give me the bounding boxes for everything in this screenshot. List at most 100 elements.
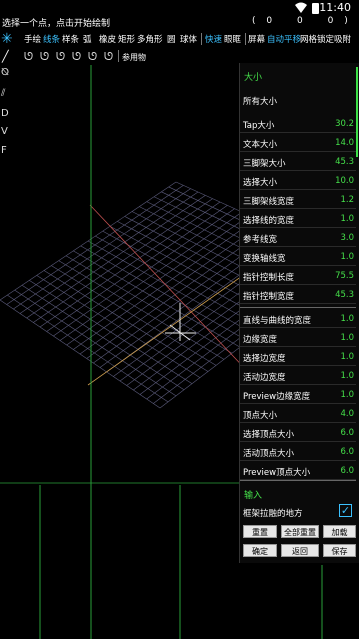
tool-spline[interactable]: 样条 [62,33,79,45]
tool-circle[interactable]: 圆 [167,33,176,45]
setting-value[interactable]: 4.0 [340,409,354,419]
row-separator [240,422,356,423]
curve3-icon[interactable]: ᘎ [56,50,65,64]
instruction-text: 选择一个点，点击开始绘制 [2,19,111,29]
curve4-icon[interactable]: ᘎ [72,50,81,64]
coord-open: ( [252,16,256,26]
setting-value[interactable]: 1.0 [340,333,354,343]
setting-row[interactable]: 选择大小 10.0 [240,172,356,190]
grid-line [43,270,209,372]
setting-row[interactable]: 边缘宽度 1.0 [240,329,356,347]
setting-value[interactable]: 1.0 [340,252,354,262]
setting-label: 选择大小 [243,178,278,188]
setting-label: Tap大小 [243,121,275,131]
setting-value[interactable]: 6.0 [340,466,354,476]
setting-row[interactable]: 直线与曲线的宽度 1.0 [240,310,356,328]
setting-row[interactable]: 参考线宽 3.0 [240,229,356,247]
setting-label: 活动边宽度 [243,373,286,383]
toggle-grid-lock[interactable]: 网格锁定 [300,33,334,45]
setting-value[interactable]: 1.0 [340,352,354,362]
grid-line [58,260,225,360]
setting-value[interactable]: 3.0 [340,233,354,243]
setting-row[interactable]: 指针控制长度 75.5 [240,267,356,285]
setting-label: 选择边宽度 [243,354,286,364]
setting-value[interactable]: 45.3 [335,290,354,300]
setting-value[interactable]: 10.0 [335,176,354,186]
row-separator [240,189,356,190]
row-separator [240,403,356,404]
tool-line[interactable]: 线条 [43,33,60,45]
setting-row[interactable]: 选择边宽度 1.0 [240,348,356,366]
setting-row[interactable]: 顶点大小 4.0 [240,405,356,423]
setting-row[interactable]: 选择线的宽度 1.0 [240,210,356,228]
setting-row[interactable]: 三脚架大小 45.3 [240,153,356,171]
toggle-auto-pan[interactable]: 自动平移 [267,33,301,45]
setting-label: 文本大小 [243,140,278,150]
panel-scrollbar[interactable] [356,67,358,157]
tool-sphere[interactable]: 球体 [180,33,197,45]
toggle-quick[interactable]: 快速 [205,33,222,45]
setting-row[interactable]: 活动顶点大小 6.0 [240,443,356,461]
frame-option-label: 框架拉融的地方 [243,509,303,519]
setting-row[interactable]: 选择顶点大小 6.0 [240,424,356,442]
setting-value[interactable]: 1.0 [340,371,354,381]
setting-value[interactable]: 6.0 [340,447,354,457]
pencil-icon[interactable]: ╱ [2,50,9,63]
setting-row[interactable]: 三脚架线宽度 1.2 [240,191,356,209]
panel-divider [240,307,356,308]
setting-value[interactable]: 75.5 [335,271,354,281]
instruction-bar: 选择一个点，点击开始绘制 ( 0 0 0 ) [0,16,359,29]
setting-row[interactable]: 指针控制宽度 45.3 [240,286,356,304]
snowflake-icon[interactable]: ✳ [1,31,13,47]
setting-row[interactable]: 文本大小 14.0 [240,134,356,152]
reset-all-button[interactable]: 全部重置 [281,525,319,538]
setting-value[interactable]: 45.3 [335,157,354,167]
frame-option-row[interactable]: 框架拉融的地方 ✓ [240,503,356,521]
toggle-snap[interactable]: 吸附 [334,33,351,45]
reset-button[interactable]: 重置 [243,525,277,538]
load-button[interactable]: 加载 [323,525,356,538]
setting-label: 选择顶点大小 [243,430,295,440]
all-sizes-label: 所有大小 [243,97,278,107]
curve6-icon[interactable]: ᘎ [104,50,113,64]
toggle-eye-frame[interactable]: 眼眶 [224,33,241,45]
tool-rectangle[interactable]: 矩形 [118,33,135,45]
curve5-icon[interactable]: ᘎ [88,50,97,64]
tool-polygon[interactable]: 多角形 [137,33,163,45]
setting-value[interactable]: 14.0 [335,138,354,148]
ok-button[interactable]: 确定 [243,544,277,557]
section-input-heading: 输入 [244,491,263,501]
curve2-icon[interactable]: ᘎ [40,50,49,64]
tool-freehand[interactable]: 手绘 [24,33,41,45]
setting-row[interactable]: Tap大小 30.2 [240,115,356,133]
setting-value[interactable]: 6.0 [340,428,354,438]
toggle-screen[interactable]: 屏幕 [248,33,265,45]
reference-object-button[interactable]: 参用物 [122,52,146,63]
setting-label: 顶点大小 [243,411,278,421]
frame-option-checkbox[interactable]: ✓ [339,504,352,517]
coord-y: 0 [297,16,303,26]
setting-row[interactable]: Preview边缘宽度 1.0 [240,386,356,404]
setting-label: Preview顶点大小 [243,468,311,478]
setting-value[interactable]: 1.0 [340,214,354,224]
setting-value[interactable]: 30.2 [335,119,354,129]
setting-value[interactable]: 1.0 [340,390,354,400]
row-separator [240,170,356,171]
setting-value[interactable]: 1.2 [340,195,354,205]
save-button[interactable]: 保存 [323,544,356,557]
tool-arc[interactable]: 弧 [83,33,92,45]
row-separator [240,265,356,266]
grid-line [51,265,217,366]
setting-value[interactable]: 1.0 [340,314,354,324]
setting-row[interactable]: 活动边宽度 1.0 [240,367,356,385]
back-button[interactable]: 返回 [281,544,319,557]
toolbar-divider [118,50,119,62]
setting-label: 选择线的宽度 [243,216,295,226]
curve1-icon[interactable]: ᘎ [24,50,33,64]
tool-eraser[interactable]: 橡皮 [99,33,116,45]
all-sizes-row[interactable]: 所有大小 [240,91,356,109]
row-separator [240,303,356,304]
grid-line [7,294,169,403]
setting-row[interactable]: Preview顶点大小 6.0 [240,462,356,480]
setting-row[interactable]: 变换轴线宽 1.0 [240,248,356,266]
